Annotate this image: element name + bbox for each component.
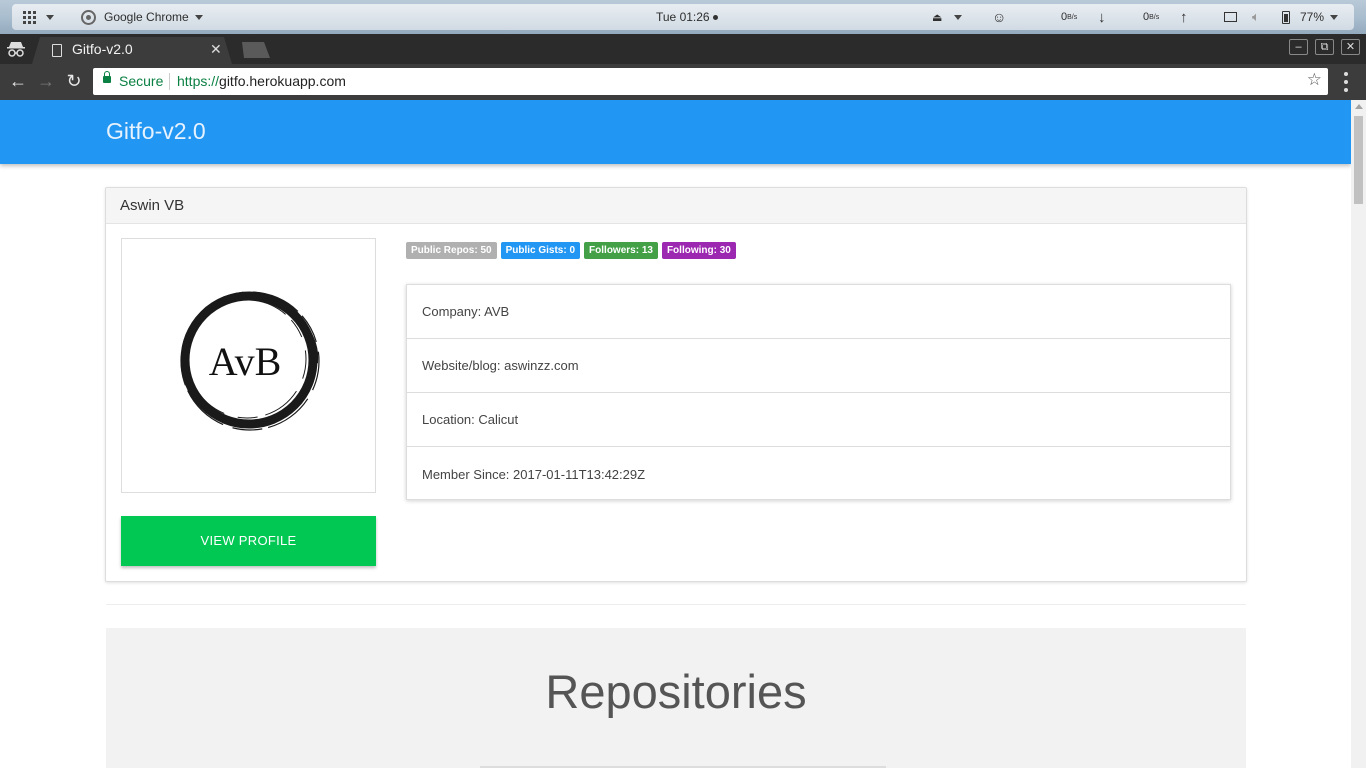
browser-toolbar: ← → ↻ Secure https://gitfo.herokuapp.com… — [0, 64, 1366, 100]
clock-text: Tue 01:26 — [656, 10, 710, 24]
eject-icon: ⏏ — [932, 11, 943, 24]
page-icon — [52, 44, 62, 57]
tab-title: Gitfo-v2.0 — [72, 41, 133, 57]
reload-icon[interactable]: ↻ — [63, 70, 85, 92]
detail-website: Website/blog: aswinzz.com — [407, 339, 1230, 393]
detail-member-since: Member Since: 2017-01-11T13:42:29Z — [422, 466, 646, 482]
chevron-down-icon — [954, 14, 963, 20]
chevron-down-icon — [194, 14, 203, 20]
net-down-unit: B/s — [1067, 13, 1078, 21]
detail-location: Location: Calicut — [407, 393, 1230, 447]
volume-icon[interactable]: 🔈︎ — [1252, 4, 1260, 30]
app-menu[interactable]: Google Chrome — [81, 4, 203, 30]
browser-tab-strip: Gitfo-v2.0 ✕ – ⧉ ✕ — [0, 34, 1366, 64]
profile-details-list: Company: AVB Website/blog: aswinzz.com L… — [406, 284, 1231, 500]
apps-grid-icon — [23, 10, 36, 24]
back-arrow-icon[interactable]: ← — [7, 70, 29, 92]
forward-arrow-icon[interactable]: → — [35, 70, 57, 92]
secure-label: Secure — [119, 73, 164, 89]
url-text[interactable]: https://gitfo.herokuapp.com — [177, 73, 346, 89]
scroll-up-icon[interactable] — [1355, 104, 1363, 109]
address-bar[interactable]: Secure https://gitfo.herokuapp.com ☆ — [93, 68, 1328, 95]
site-navbar: Gitfo-v2.0 — [0, 100, 1351, 164]
profile-card-header: Aswin VB — [106, 188, 1246, 224]
net-up-speed: 0 B/s — [1143, 4, 1159, 30]
avatar: AvB — [121, 238, 376, 493]
browser-menu-icon[interactable] — [1344, 72, 1348, 92]
new-tab-button[interactable] — [242, 42, 270, 58]
avatar-logo: AvB — [180, 291, 320, 431]
profile-name: Aswin VB — [120, 197, 185, 214]
stats-badges: Public Repos: 50 Public Gists: 0 Followe… — [406, 242, 736, 259]
chevron-down-icon — [1330, 14, 1339, 20]
restore-window-icon[interactable]: ⧉ — [1315, 39, 1334, 55]
upload-arrow-icon: ↑ — [1180, 8, 1188, 26]
display-icon[interactable] — [1224, 4, 1237, 30]
chevron-down-icon — [46, 14, 54, 20]
scrollbar-thumb[interactable] — [1354, 116, 1363, 204]
badge-followers: Followers: 13 — [584, 242, 658, 259]
os-top-bar: Google Chrome Tue 01:26 ⏏ ☺ 0 B/s ↓ 0 B/s … — [0, 0, 1366, 34]
notification-dot-icon — [712, 14, 718, 20]
minimize-window-icon[interactable]: – — [1289, 39, 1308, 55]
clock[interactable]: Tue 01:26 — [656, 4, 718, 30]
badge-following: Following: 30 — [661, 242, 736, 259]
smiley-icon[interactable]: ☺ — [992, 4, 1006, 30]
badge-public-repos: Public Repos: 50 — [406, 242, 497, 259]
browser-tab-active[interactable]: Gitfo-v2.0 ✕ — [32, 37, 232, 64]
app-name: Google Chrome — [104, 10, 189, 24]
lock-icon — [103, 71, 111, 83]
site-brand[interactable]: Gitfo-v2.0 — [106, 118, 206, 145]
avatar-monogram: AvB — [209, 339, 282, 384]
net-down-speed: 0 B/s — [1061, 4, 1077, 30]
detail-company: Company: AVB — [407, 285, 1230, 339]
battery-icon — [1282, 10, 1290, 24]
badge-public-gists: Public Gists: 0 — [500, 242, 581, 259]
battery-percent: 77% — [1300, 10, 1325, 24]
system-menu[interactable]: 77% — [1282, 4, 1339, 30]
incognito-icon — [7, 42, 25, 57]
close-window-icon[interactable]: ✕ — [1341, 39, 1360, 55]
net-up-unit: B/s — [1149, 13, 1160, 21]
tab-close-icon[interactable]: ✕ — [210, 41, 222, 58]
repositories-section: Repositories — [106, 628, 1246, 768]
chrome-logo-icon — [81, 9, 96, 25]
download-arrow-icon: ↓ — [1098, 8, 1106, 26]
bookmark-star-icon[interactable]: ☆ — [1307, 70, 1322, 90]
url-host: gitfo.herokuapp.com — [219, 73, 346, 89]
web-page: Gitfo-v2.0 Aswin VB AvB VIEW PROFILE Pub… — [0, 100, 1351, 768]
page-scrollbar[interactable] — [1351, 100, 1366, 768]
profile-card: Aswin VB AvB VIEW PROFILE Public Repos: … — [105, 187, 1247, 582]
view-profile-button[interactable]: VIEW PROFILE — [121, 516, 376, 566]
omnibox-divider — [169, 73, 170, 90]
url-scheme: https:// — [177, 73, 220, 89]
os-top-panel: Google Chrome Tue 01:26 ⏏ ☺ 0 B/s ↓ 0 B/s … — [12, 4, 1354, 30]
repositories-title: Repositories — [545, 665, 807, 718]
section-divider — [106, 604, 1246, 605]
eject-button[interactable]: ⏏ — [932, 4, 963, 30]
apps-menu-button[interactable] — [23, 4, 54, 30]
